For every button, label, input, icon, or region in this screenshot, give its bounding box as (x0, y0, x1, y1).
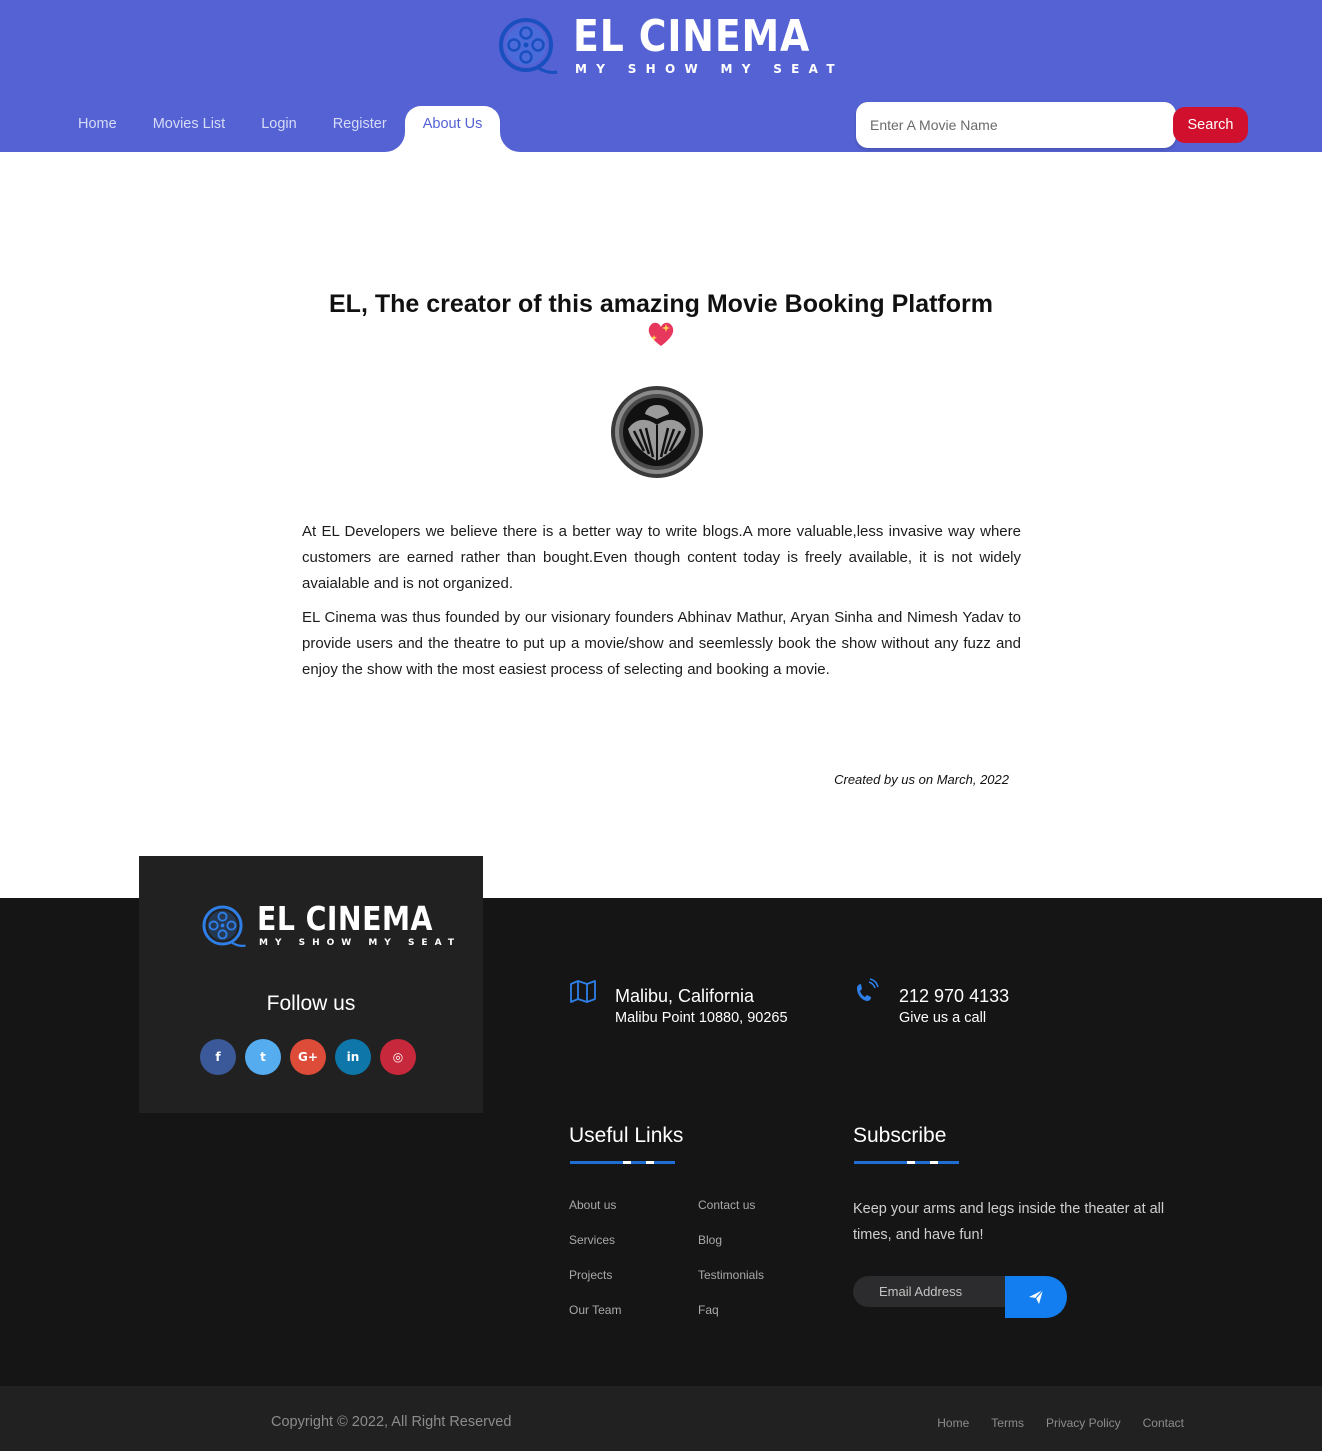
footer-link-services[interactable]: Services (569, 1233, 615, 1247)
bottom-link-terms[interactable]: Terms (991, 1416, 1024, 1430)
signature-note: Created by us on March, 2022 (834, 772, 1009, 787)
address-title: Malibu, California (615, 986, 755, 1006)
bottom-link-privacy[interactable]: Privacy Policy (1046, 1416, 1121, 1430)
footer-link-blog[interactable]: Blog (698, 1233, 722, 1247)
main-nav: Home Movies List Login Register About Us (60, 106, 501, 152)
nav-home[interactable]: Home (60, 106, 135, 152)
subscribe-title: Subscribe (853, 1124, 947, 1147)
phone-detail: Give us a call (899, 1010, 987, 1026)
map-icon (570, 980, 596, 1003)
footer-link-testimonials[interactable]: Testimonials (698, 1268, 764, 1282)
brand-name: EL CINEMA (573, 11, 811, 62)
footer-bottom-bar: Copyright © 2022, All Right Reserved Hom… (0, 1386, 1322, 1451)
about-paragraph-1: At EL Developers we believe there is a b… (302, 523, 1021, 592)
google-plus-icon[interactable]: G+ (290, 1039, 326, 1075)
footer-brand-card: EL CINEMA MY SHOW MY SEAT Follow us f t … (139, 856, 483, 1113)
footer-brand-name: EL CINEMA (257, 899, 433, 938)
useful-links-title: Useful Links (569, 1124, 684, 1147)
creator-avatar (611, 386, 703, 478)
footer-brand-logo[interactable]: EL CINEMA MY SHOW MY SEAT (201, 900, 454, 950)
film-reel-icon (499, 18, 558, 74)
nav-movies-list[interactable]: Movies List (135, 106, 244, 152)
footer-bottom-links: Home Terms Privacy Policy Contact (937, 1416, 1184, 1430)
social-links: f t G+ in ◎ (200, 1039, 416, 1075)
site-header: EL CINEMA MY SHOW MY SEAT Home Movies Li… (0, 0, 1322, 152)
copyright-text: Copyright © 2022, All Right Reserved (271, 1414, 512, 1430)
subscribe-underline (854, 1161, 959, 1164)
email-input[interactable] (853, 1276, 1028, 1307)
bottom-link-home[interactable]: Home (937, 1416, 969, 1430)
linkedin-icon[interactable]: in (335, 1039, 371, 1075)
subscribe-text: Keep your arms and legs inside the theat… (853, 1201, 1165, 1243)
movie-search-input[interactable] (856, 102, 1176, 148)
subscribe-form (853, 1276, 1067, 1318)
about-paragraph-2: EL Cinema was thus founded by our vision… (302, 609, 1021, 678)
phone-number[interactable]: 212 970 4133 (899, 986, 1009, 1007)
instagram-icon[interactable]: ◎ (380, 1039, 416, 1075)
phone-block: 212 970 4133 Give us a call (853, 978, 1053, 1033)
footer-brand-tagline: MY SHOW MY SEAT (259, 938, 461, 948)
footer-link-projects[interactable]: Projects (569, 1268, 612, 1282)
subscribe-send-button[interactable] (1005, 1276, 1067, 1318)
footer-link-contact[interactable]: Contact us (698, 1198, 755, 1212)
send-icon (1029, 1289, 1044, 1304)
twitter-icon[interactable]: t (245, 1039, 281, 1075)
address-block: Malibu, California Malibu Point 10880, 9… (569, 978, 829, 1033)
brand-logo[interactable]: EL CINEMA MY SHOW MY SEAT (497, 12, 835, 78)
brand-tagline: MY SHOW MY SEAT (575, 62, 844, 76)
sparkling-heart-icon (648, 322, 674, 346)
bottom-link-contact[interactable]: Contact (1143, 1416, 1184, 1430)
search-button[interactable]: Search (1173, 107, 1248, 143)
nav-about-us[interactable]: About Us (404, 106, 501, 152)
facebook-icon[interactable]: f (200, 1039, 236, 1075)
follow-us-title: Follow us (266, 992, 356, 1015)
film-reel-icon (202, 905, 246, 947)
phone-icon (857, 978, 879, 1001)
useful-links-underline (570, 1161, 675, 1164)
footer-link-team[interactable]: Our Team (569, 1303, 621, 1317)
footer-link-faq[interactable]: Faq (698, 1303, 719, 1317)
page-title: EL, The creator of this amazing Movie Bo… (329, 290, 993, 318)
address-detail: Malibu Point 10880, 90265 (615, 1010, 788, 1026)
footer-link-about[interactable]: About us (569, 1198, 616, 1212)
nav-login[interactable]: Login (243, 106, 314, 152)
